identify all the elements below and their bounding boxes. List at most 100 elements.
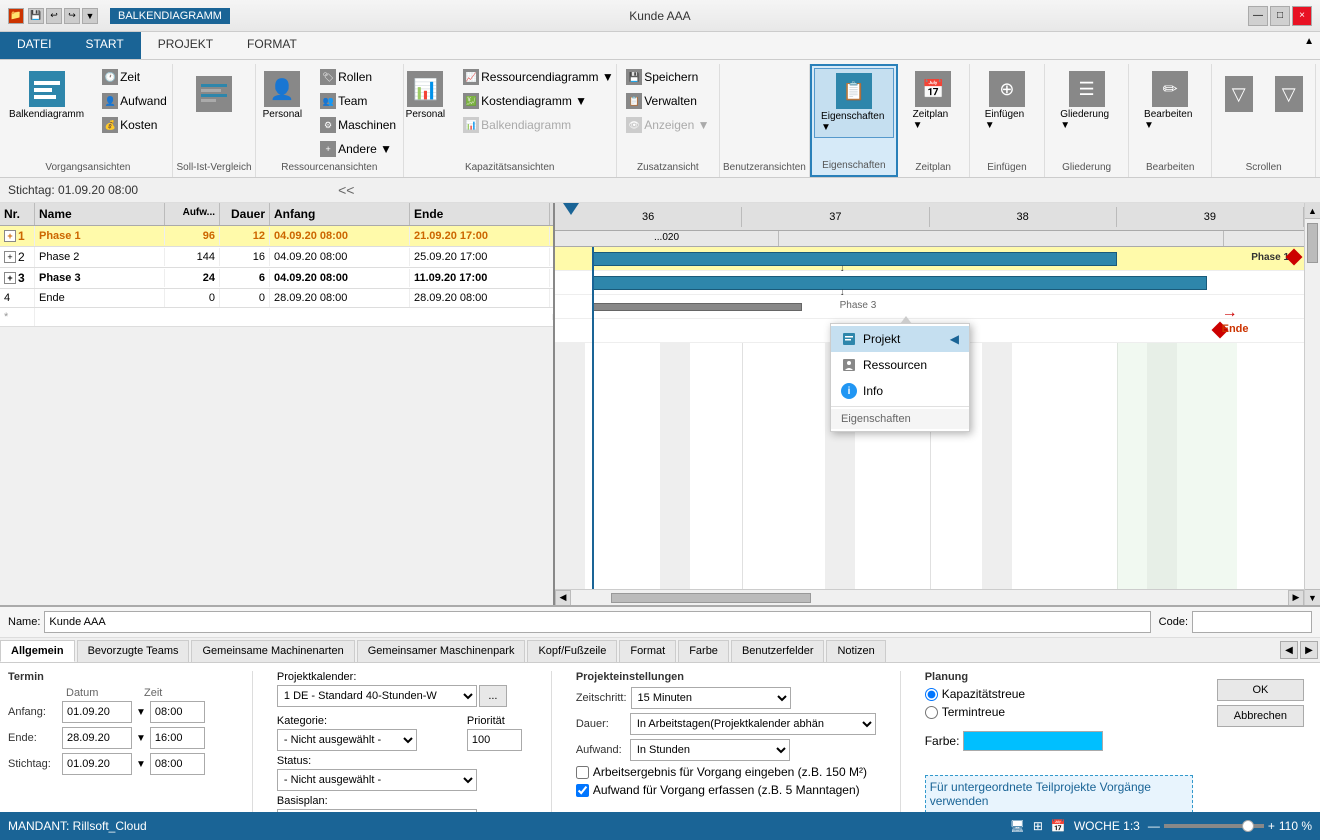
btn-balken-kap[interactable]: 📊 Balkendiagramm [458, 114, 619, 136]
save-icon[interactable]: 💾 [28, 8, 44, 24]
btn-kosten[interactable]: 💰 Kosten [97, 114, 172, 136]
tab-farbe[interactable]: Farbe [678, 640, 729, 662]
btn-filter1[interactable]: ▽ [1215, 66, 1263, 124]
menu-label-projekt: Projekt [863, 332, 900, 346]
menu-item-projekt[interactable]: Projekt ◀ [831, 326, 969, 352]
table-row[interactable]: + 1 Phase 1 96 12 04.09.20 08:00 21.09.2… [0, 226, 553, 247]
btn-eigenschaften[interactable]: 📋 Eigenschaften ▼ [814, 68, 894, 138]
tab-benutzerfelder[interactable]: Benutzerfelder [731, 640, 825, 662]
btn-ressourcendiagramm[interactable]: 📈 Ressourcendiagramm ▼ [458, 66, 619, 88]
menu-item-info[interactable]: i Info [831, 378, 969, 404]
scroll-down-btn[interactable]: ▼ [1305, 589, 1320, 605]
btn-anzeigen[interactable]: 👁 Anzeigen ▼ [621, 114, 714, 136]
stichtag-date[interactable] [62, 753, 132, 775]
btn-rollen[interactable]: 🏷 Rollen [315, 66, 401, 88]
tab-notizen[interactable]: Notizen [826, 640, 885, 662]
tab-kopf-fusszeile[interactable]: Kopf/Fußzeile [527, 640, 617, 662]
btn-andere[interactable]: + Andere ▼ [315, 138, 401, 160]
status-select[interactable]: - Nicht ausgewählt - [277, 769, 477, 791]
scroll-left-btn[interactable]: ◀ [555, 590, 571, 606]
btn-einfuegen[interactable]: ⊕ Einfügen ▼ [978, 66, 1036, 136]
name-input[interactable] [44, 611, 1150, 633]
h-scrollbar[interactable]: ◀ ▶ [555, 589, 1304, 605]
row2-aufwand: 144 [165, 248, 220, 266]
zoom-minus[interactable]: — [1148, 819, 1160, 833]
btn-bearbeiten[interactable]: ✏ Bearbeiten ▼ [1137, 66, 1203, 136]
stichtag-time[interactable] [150, 753, 205, 775]
expand-btn-2[interactable]: + [4, 251, 16, 263]
btn-balkendiagramm[interactable]: Balkendiagramm [2, 66, 91, 125]
btn-zeit[interactable]: 🕐 Zeit [97, 66, 172, 88]
tab-format[interactable]: FORMAT [230, 32, 314, 59]
check2-checkbox[interactable] [576, 784, 589, 797]
tab-allgemein[interactable]: Allgemein [0, 640, 75, 662]
zoom-slider-thumb[interactable] [1242, 820, 1254, 832]
ende-time[interactable] [150, 727, 205, 749]
balkendiagramm-icon [29, 71, 65, 107]
tab-projekt[interactable]: PROJEKT [141, 32, 230, 59]
projektkalender-btn[interactable]: ... [479, 685, 507, 707]
ende-date[interactable] [62, 727, 132, 749]
zoom-plus[interactable]: + [1268, 819, 1275, 833]
scroll-right-btn[interactable]: ▶ [1288, 590, 1304, 606]
expand-btn-3[interactable]: + [4, 272, 16, 284]
btn-aufwand[interactable]: 👤 Aufwand [97, 90, 172, 112]
minimize-button[interactable]: — [1248, 6, 1268, 26]
kategorie-select[interactable]: - Nicht ausgewählt - [277, 729, 417, 751]
btn-soll-ist[interactable] [189, 66, 239, 124]
row3-ende: 11.09.20 17:00 [410, 269, 550, 287]
tab-datei[interactable]: DATEI [0, 32, 68, 59]
btn-team[interactable]: 👥 Team [315, 90, 401, 112]
scale-cell-38: 38 [930, 207, 1117, 227]
table-row[interactable]: + 3 Phase 3 24 6 04.09.20 08:00 11.09.20… [0, 268, 553, 289]
tab-nav-right[interactable]: ▶ [1300, 641, 1318, 659]
zeitschritt-select[interactable]: 15 Minuten [631, 687, 791, 709]
btn-zeitplan[interactable]: 📅 Zeitplan ▼ [906, 66, 961, 136]
scroll-up-btn[interactable]: ▲ [1305, 203, 1320, 219]
btn-kapazitaet-personal[interactable]: 📊 Personal [399, 66, 452, 125]
undo-icon[interactable]: ↩ [46, 8, 62, 24]
close-button[interactable]: × [1292, 6, 1312, 26]
aufwand-select[interactable]: In Stunden [630, 739, 790, 761]
table-row-star[interactable]: * [0, 308, 553, 327]
table-row[interactable]: + 2 Phase 2 144 16 04.09.20 08:00 25.09.… [0, 247, 553, 268]
radio-termintreue-input[interactable] [925, 706, 938, 719]
radio-kapazitaetstreue-input[interactable] [925, 688, 938, 701]
zoom-slider-track[interactable] [1164, 824, 1264, 828]
code-input[interactable] [1192, 611, 1312, 633]
btn-gliederung[interactable]: ☰ Gliederung ▼ [1053, 66, 1120, 136]
anfang-date[interactable] [62, 701, 132, 723]
tab-format[interactable]: Format [619, 640, 676, 662]
table-row[interactable]: 4 Ende 0 0 28.09.20 08:00 28.09.20 08:00 [0, 289, 553, 308]
abbrechen-button[interactable]: Abbrechen [1217, 705, 1304, 727]
check1-checkbox[interactable] [576, 766, 589, 779]
maximize-button[interactable]: □ [1270, 6, 1290, 26]
btn-filter2[interactable]: ▽ [1265, 66, 1313, 124]
menu-item-ressourcen[interactable]: Ressourcen [831, 352, 969, 378]
row1-nr: 1 [18, 229, 25, 243]
anfang-time[interactable] [150, 701, 205, 723]
btn-speichern[interactable]: 💾 Speichern [621, 66, 714, 88]
redo-icon[interactable]: ↪ [64, 8, 80, 24]
tab-nav-left[interactable]: ◀ [1280, 641, 1298, 659]
projektkalender-select[interactable]: 1 DE - Standard 40-Stunden-W [277, 685, 477, 707]
ribbon-collapse-btn[interactable]: ▲ [1298, 32, 1320, 59]
gantt-collapse-btn[interactable]: << [338, 182, 354, 198]
btn-personal[interactable]: 👤 Personal [256, 66, 309, 125]
tab-gemeinsame-machinenarten[interactable]: Gemeinsame Machinenarten [191, 640, 354, 662]
tab-start[interactable]: START [68, 32, 140, 59]
tab-bevorzugte-teams[interactable]: Bevorzugte Teams [77, 640, 190, 662]
farbe-color-picker[interactable] [963, 731, 1103, 751]
dauer-select[interactable]: In Arbeitstagen(Projektkalender abhän [630, 713, 876, 735]
more-icon[interactable]: ▼ [82, 8, 98, 24]
prioritaet-input[interactable] [467, 729, 522, 751]
v-scrollbar[interactable]: ▲ ▼ [1304, 203, 1320, 605]
btn-maschinen[interactable]: ⚙ Maschinen [315, 114, 401, 136]
ok-button[interactable]: OK [1217, 679, 1304, 701]
btn-verwalten[interactable]: 📋 Verwalten [621, 90, 714, 112]
section-planung: Planung Kapazitätstreue Termintreue Farb… [925, 671, 1193, 832]
tab-maschinenpark[interactable]: Gemeinsamer Maschinenpark [357, 640, 526, 662]
btn-kostendiagramm[interactable]: 💹 Kostendiagramm ▼ [458, 90, 619, 112]
group-zusatz: 💾 Speichern 📋 Verwalten 👁 Anzeigen ▼ [617, 64, 720, 177]
expand-btn-1[interactable]: + [4, 230, 16, 242]
